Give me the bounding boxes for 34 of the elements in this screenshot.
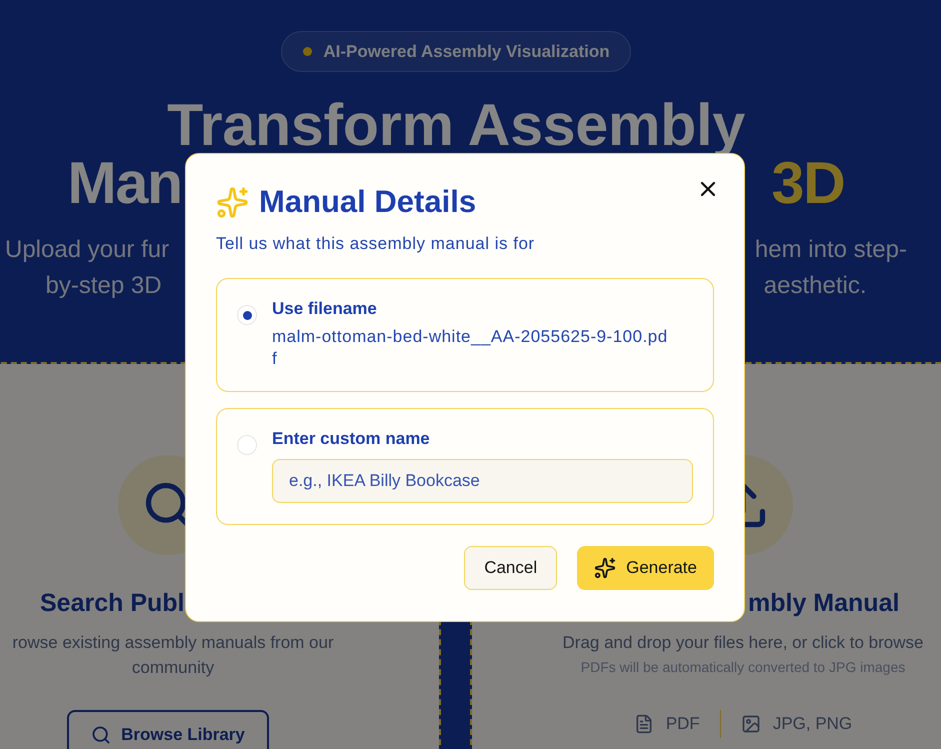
generate-button[interactable]: Generate (577, 546, 714, 590)
browse-button[interactable]: Browse Library (67, 710, 269, 749)
radio-button[interactable] (237, 305, 257, 325)
format-label: JPG, PNG (772, 714, 852, 734)
format-label: PDF (666, 714, 700, 734)
subtitle-fragment: hem into step- (754, 235, 907, 265)
dot-icon (303, 47, 312, 56)
headline-fragment: Man (68, 154, 182, 212)
dialog-title: Manual Details (259, 184, 476, 220)
headline: Transform Assembly (167, 96, 745, 154)
radio-button[interactable] (237, 435, 257, 455)
sparkle-icon (216, 186, 249, 218)
option-label: Use filename (272, 298, 378, 320)
cancel-button[interactable]: Cancel (464, 546, 558, 590)
subtitle-fragment: Upload your fur (5, 235, 170, 265)
headline-accent: 3D (771, 154, 844, 212)
card-heading: Search Publ (40, 588, 184, 619)
filename-text: malm-ottoman-bed-white__AA-2055625-9-100.pdf (272, 326, 669, 370)
option-card[interactable]: Enter custom name e.g., IKEA Billy Bookcase (216, 408, 714, 525)
image-icon (740, 714, 761, 734)
search-icon (91, 725, 112, 745)
badge-text: AI-Powered Assembly Visualization (323, 42, 610, 62)
option-card[interactable]: Use filename malm-ottoman-bed-white__AA-2055625-9-100.pdf (216, 278, 714, 392)
card-description: Drag and drop your files here, or click to browse (562, 632, 924, 654)
subtitle-fragment: aesthetic. (764, 271, 866, 301)
card-heading: mbly Manual (748, 588, 900, 619)
dialog-subtitle: Tell us what this assembly manual is for (216, 233, 536, 255)
input-field[interactable]: e.g., IKEA Billy Bookcase (272, 459, 693, 503)
document-icon (634, 714, 654, 734)
subtitle-fragment: by-step 3D (46, 271, 162, 301)
sparkle-icon (594, 557, 616, 579)
card-description: rowse existing assembly manuals from our community (11, 632, 335, 679)
option-label: Enter custom name (272, 428, 431, 450)
upload-note: PDFs will be automatically converted to JPG images (580, 658, 906, 677)
